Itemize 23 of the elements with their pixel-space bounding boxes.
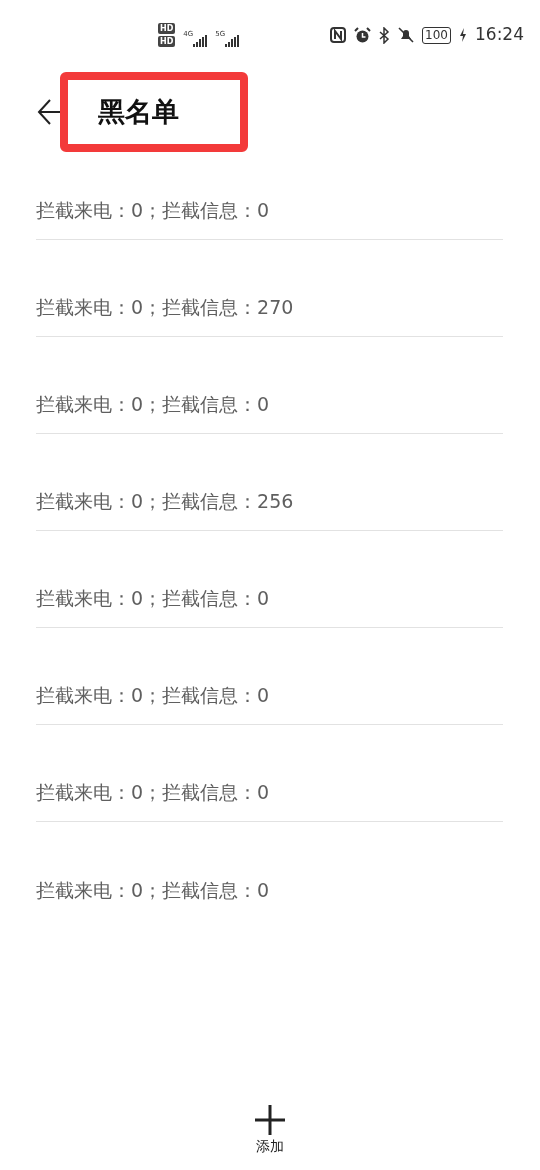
- sim-badge: HD: [158, 23, 176, 34]
- nfc-icon: [330, 27, 347, 43]
- sim-badge: HD: [158, 36, 176, 47]
- block-summary: 拦截来电：0；拦截信息：0: [36, 779, 270, 805]
- battery-level: 100: [422, 26, 451, 44]
- block-summary: 拦截来电：0；拦截信息：0: [36, 682, 270, 708]
- muted-bell-icon: [398, 27, 415, 43]
- charging-icon: [459, 28, 467, 42]
- signal-icon: [193, 35, 208, 47]
- block-summary: 拦截来电：0；拦截信息：0: [36, 391, 270, 417]
- block-summary: 拦截来电：0；拦截信息：270: [36, 294, 294, 320]
- back-icon[interactable]: [36, 98, 62, 126]
- block-summary: 拦截来电：0；拦截信息：0: [36, 197, 270, 223]
- block-summary: 拦截来电：0；拦截信息：0: [36, 877, 270, 903]
- alarm-icon: [354, 26, 372, 44]
- signal-icon: [225, 35, 240, 47]
- add-button[interactable]: 添加: [230, 1103, 310, 1158]
- clock-time: 16:24: [475, 23, 524, 47]
- block-summary: 拦截来电：0；拦截信息：256: [36, 488, 294, 514]
- page-title: 黑名单: [98, 94, 179, 129]
- bluetooth-icon: [379, 26, 391, 44]
- block-summary: 拦截来电：0；拦截信息：0: [36, 585, 270, 611]
- plus-icon: [254, 1104, 286, 1136]
